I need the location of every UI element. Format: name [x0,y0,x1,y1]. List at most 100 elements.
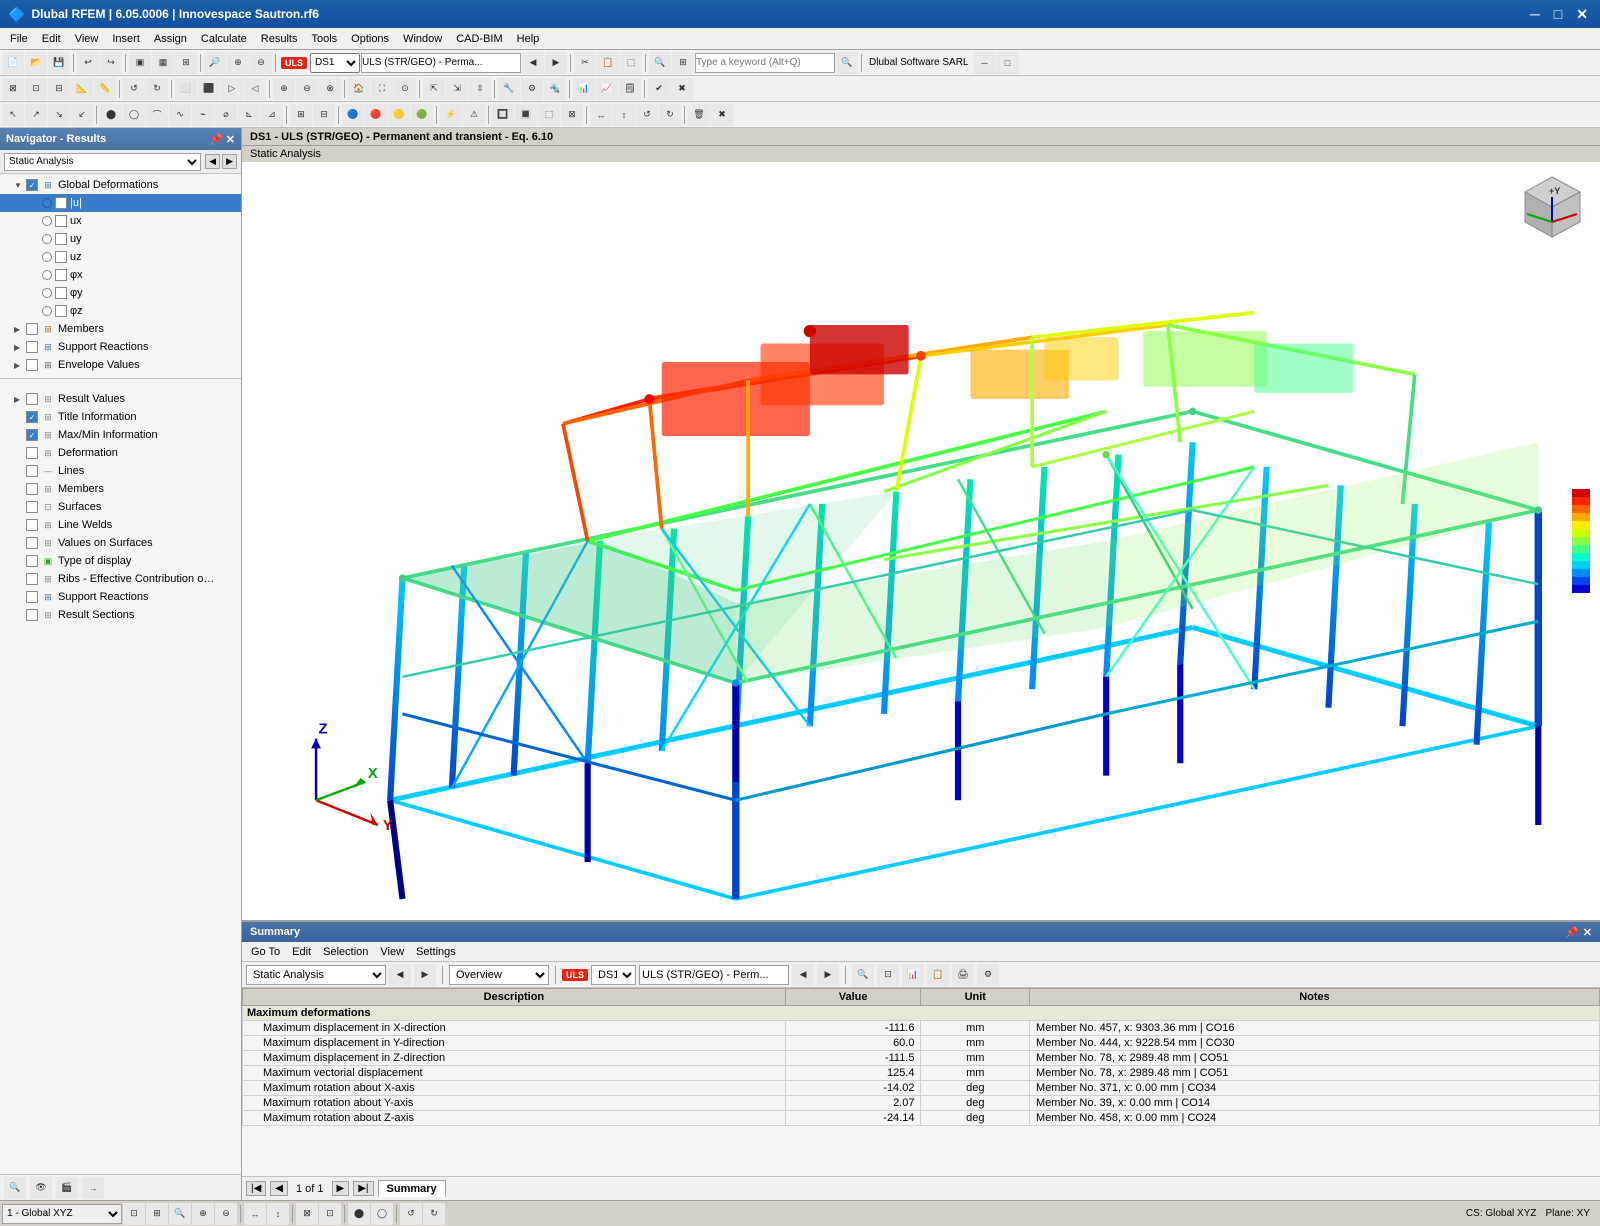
t3-8[interactable]: ∿ [169,104,191,126]
table-row[interactable]: Maximum rotation about X-axis-14.02degMe… [243,1081,1600,1096]
menu-item-insert[interactable]: Insert [106,31,146,47]
ds-selector[interactable]: DS1 [310,53,360,73]
check-members[interactable] [26,323,38,335]
t2-4[interactable]: 📐 [71,78,93,100]
check-vos[interactable] [26,537,38,549]
t2-25[interactable]: 📈 [596,78,618,100]
summary-menu-settings[interactable]: Settings [411,945,461,959]
tree-type-of-display[interactable]: ▣ Type of display [0,552,241,570]
t3-6[interactable]: ◯ [123,104,145,126]
t3-16[interactable]: 🔴 [365,104,387,126]
t3-12[interactable]: ⊿ [261,104,283,126]
table-row[interactable]: Maximum vectorial displacement125.4mmMem… [243,1066,1600,1081]
check-rv[interactable] [26,393,38,405]
t2-3[interactable]: ⊟ [48,78,70,100]
t2-12[interactable]: ⊕ [273,78,295,100]
sum-tb2[interactable]: 📋 [927,964,949,986]
tree-lines[interactable]: — Lines [0,462,241,480]
tb7[interactable]: ✂ [574,52,596,74]
radio-ux[interactable] [42,216,52,226]
tree-result-values[interactable]: ▶ ⊞ Result Values [0,390,241,408]
tb-x2[interactable]: □ [997,52,1019,74]
summary-header-controls[interactable]: 📌 ✕ [1565,926,1592,939]
tree-ribs[interactable]: ⊞ Ribs - Effective Contribution on Surfa… [0,570,241,588]
summary-analysis-select[interactable]: Static Analysis [246,965,386,985]
close-button[interactable]: ✕ [1572,6,1592,23]
menu-item-edit[interactable]: Edit [36,31,67,47]
table-row[interactable]: Maximum displacement in Z-direction-111.… [243,1051,1600,1066]
t3-26[interactable]: ↕ [613,104,635,126]
table-row[interactable]: Maximum displacement in X-direction-111.… [243,1021,1600,1036]
nav-next[interactable]: ▶ [545,52,567,74]
t2-22[interactable]: ⚙ [521,78,543,100]
bt-5[interactable]: ⊖ [215,1203,237,1225]
menu-item-tools[interactable]: Tools [305,31,343,47]
tb2[interactable]: ▦ [152,52,174,74]
window-controls[interactable]: ─ □ ✕ [1526,6,1592,23]
analysis-prev[interactable]: ◀ [205,154,220,169]
summary-menu-view[interactable]: View [375,945,409,959]
tree-values-on-surfaces[interactable]: ⊞ Values on Surfaces [0,534,241,552]
tree-support-reactions2[interactable]: ⊞ Support Reactions [0,588,241,606]
3d-view[interactable]: Z Y X +Y [242,162,1600,920]
bt-4[interactable]: ⊕ [192,1203,214,1225]
check-global-def[interactable]: ✓ [26,179,38,191]
tb5[interactable]: ⊕ [227,52,249,74]
check-lines[interactable] [26,465,38,477]
redo-btn[interactable]: ↪ [100,52,122,74]
check-phiy[interactable] [55,287,67,299]
search-btn[interactable]: 🔍 [836,52,858,74]
tree-item-u[interactable]: |u| [0,194,241,212]
table-row[interactable]: Maximum rotation about Y-axis2.07degMemb… [243,1096,1600,1111]
menu-item-options[interactable]: Options [345,31,395,47]
bt-13[interactable]: ↻ [423,1203,445,1225]
bt-6[interactable]: ↔ [244,1203,266,1225]
tree-item-phiy[interactable]: φy [0,284,241,302]
t3-27[interactable]: ↺ [636,104,658,126]
summary-overview-select[interactable]: Overview [449,965,549,985]
t2-28[interactable]: ✖ [671,78,693,100]
sum-tb1[interactable]: 📊 [902,964,924,986]
t2-2[interactable]: ⊡ [25,78,47,100]
nav-pin-btn[interactable]: 📌 [209,133,223,146]
combo-description[interactable] [361,53,521,73]
t3-18[interactable]: 🟢 [411,104,433,126]
menu-item-calculate[interactable]: Calculate [195,31,253,47]
t3-21[interactable]: 🔲 [492,104,514,126]
check-m2[interactable] [26,483,38,495]
tree-support-reactions[interactable]: ▶ ⊞ Support Reactions [0,338,241,356]
t2-1[interactable]: ⊠ [2,78,24,100]
tree-envelope[interactable]: ▶ ⊞ Envelope Values [0,356,241,374]
tree-item-phiz[interactable]: φz [0,302,241,320]
t3-13[interactable]: ⊞ [290,104,312,126]
bt-8[interactable]: ⊠ [296,1203,318,1225]
coord-system-select[interactable]: 1 - Global XYZ [2,1204,122,1224]
analysis-nav-arrows[interactable]: ◀ ▶ [205,154,237,169]
check-uy[interactable] [55,233,67,245]
t2-13[interactable]: ⊖ [296,78,318,100]
check-phiz[interactable] [55,305,67,317]
tb4[interactable]: 🔎 [204,52,226,74]
sum-next2[interactable]: ▶ [817,964,839,986]
bt-11[interactable]: ◯ [371,1203,393,1225]
maximize-button[interactable]: □ [1550,6,1566,23]
tb10[interactable]: 🔍 [649,52,671,74]
menu-item-view[interactable]: View [69,31,105,47]
t2-10[interactable]: ▷ [221,78,243,100]
prev-page-btn[interactable]: ◀ [270,1181,288,1196]
t3-15[interactable]: 🔵 [342,104,364,126]
nav-bottom-3[interactable]: 🎬 [56,1177,78,1199]
check-phix[interactable] [55,269,67,281]
nav-bottom-2[interactable]: 👁 [30,1177,52,1199]
bt-2[interactable]: ⊞ [146,1203,168,1225]
menu-item-window[interactable]: Window [397,31,448,47]
tree-item-uz[interactable]: uz [0,248,241,266]
t2-5[interactable]: 📏 [94,78,116,100]
t2-9[interactable]: ⬛ [198,78,220,100]
summary-prev[interactable]: ◀ [389,964,411,986]
tb-x1[interactable]: ─ [974,52,996,74]
sum-prev2[interactable]: ◀ [792,964,814,986]
tree-item-uy[interactable]: uy [0,230,241,248]
summary-next[interactable]: ▶ [414,964,436,986]
t2-16[interactable]: ⛶ [371,78,393,100]
